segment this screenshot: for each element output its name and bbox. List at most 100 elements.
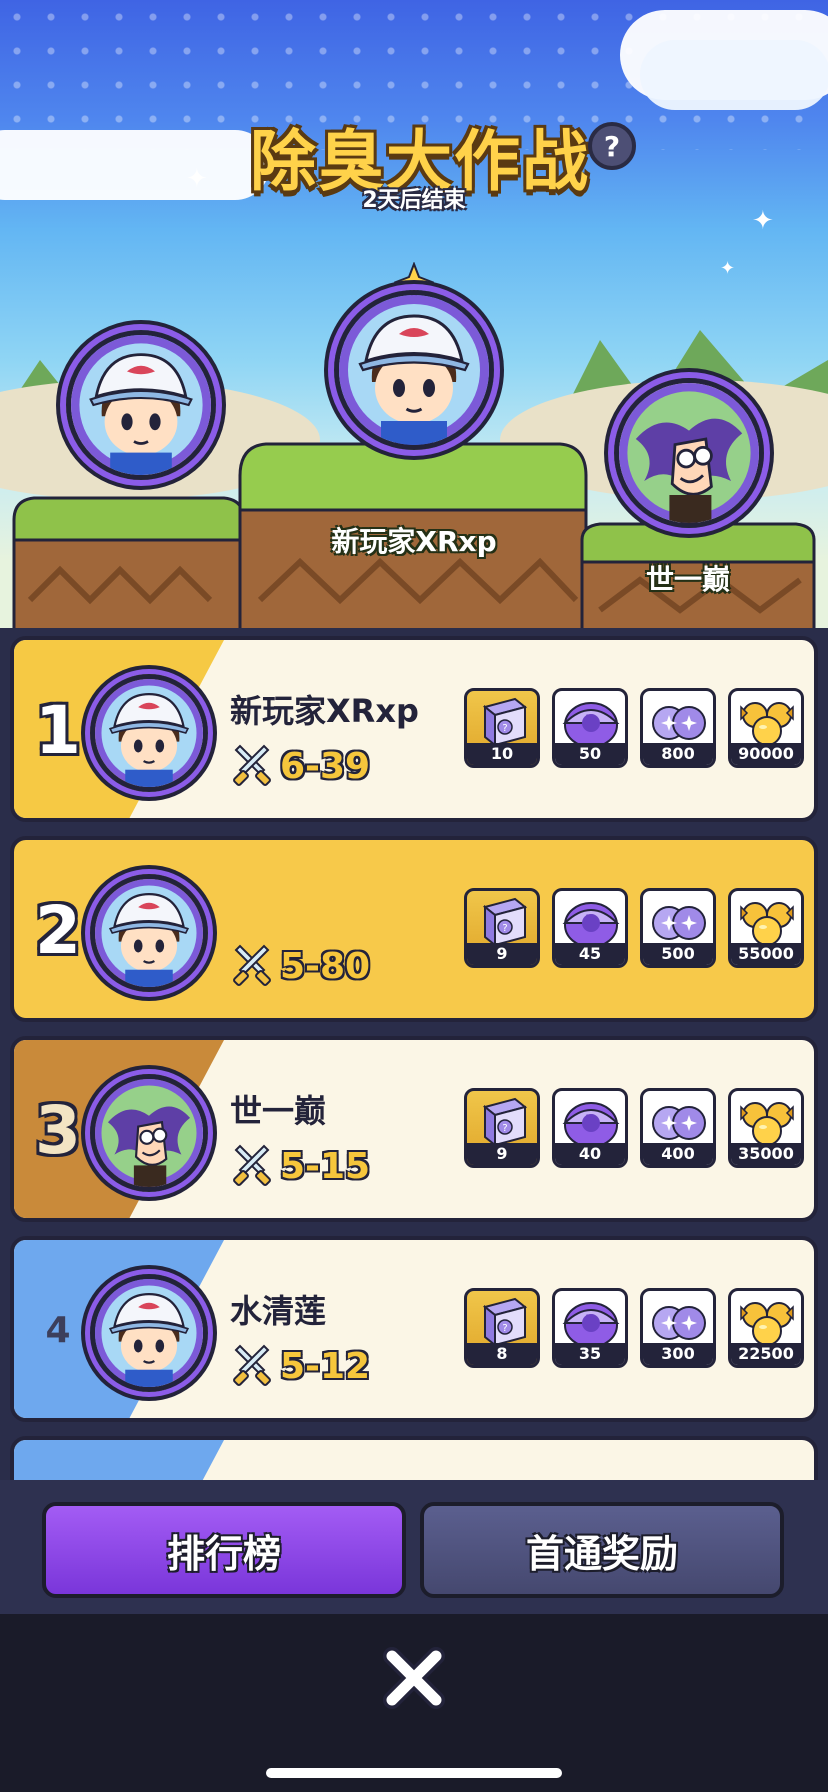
stage-progress: 5-12 <box>230 1344 370 1388</box>
bottom-area <box>0 1614 828 1792</box>
close-button[interactable] <box>380 1644 448 1712</box>
reward-count: 40 <box>555 1143 625 1165</box>
close-icon <box>383 1647 445 1709</box>
reward-item[interactable]: 35 <box>552 1288 628 1368</box>
player-avatar[interactable] <box>90 1074 208 1192</box>
gem-orbs-icon <box>649 1293 709 1349</box>
player-boy-cap-icon <box>71 335 211 475</box>
reward-item[interactable]: 40 <box>552 1088 628 1168</box>
reward-item[interactable]: 55000 <box>728 888 804 968</box>
mystery-box-icon <box>473 893 533 949</box>
event-header-scene: ✦ ✦ ✦ 除臭大作战 ? 2天后结束 新玩家XRxp 世一巅 <box>0 0 828 628</box>
reward-count: 300 <box>643 1343 713 1365</box>
reward-count: 35 <box>555 1343 625 1365</box>
podium-avatar-first[interactable] <box>334 290 494 450</box>
gem-orbs-icon <box>649 1093 709 1149</box>
reward-item[interactable]: 9 <box>464 1088 540 1168</box>
rank-number: 2 <box>35 892 81 969</box>
crossed-swords-icon <box>230 944 274 988</box>
player-avatar[interactable] <box>90 874 208 992</box>
reward-item[interactable]: 9 <box>464 888 540 968</box>
mystery-box-icon <box>473 1093 533 1149</box>
reward-item[interactable]: 500 <box>640 888 716 968</box>
reward-count: 35000 <box>731 1143 801 1165</box>
crossed-swords-icon <box>230 1144 274 1188</box>
reward-item[interactable]: 35000 <box>728 1088 804 1168</box>
reward-count: 50 <box>555 743 625 765</box>
tab-leaderboard[interactable]: 排行榜 <box>42 1502 406 1598</box>
reward-item[interactable]: 50 <box>552 688 628 768</box>
reward-count: 90000 <box>731 743 801 765</box>
player-avatar[interactable] <box>90 1274 208 1392</box>
gold-candy-icon <box>737 893 797 949</box>
reward-item[interactable]: 300 <box>640 1288 716 1368</box>
event-countdown: 2天后结束 <box>362 188 466 213</box>
reward-count: 400 <box>643 1143 713 1165</box>
stage-progress: 5-80 <box>230 944 370 988</box>
player-boy-cap-icon <box>339 295 489 445</box>
reward-count: 22500 <box>731 1343 801 1365</box>
reward-count: 10 <box>467 743 537 765</box>
gold-candy-icon <box>737 1093 797 1149</box>
tab-bar: 排行榜 首通奖励 <box>0 1480 828 1614</box>
rank-number: 4 <box>45 1310 71 1351</box>
gem-orbs-icon <box>649 893 709 949</box>
stage-level: 6-39 <box>280 745 371 787</box>
leaderboard-row[interactable]: 2 5-80 9 45 500 55000 <box>10 836 818 1022</box>
reward-list: 9 45 500 55000 <box>464 888 804 968</box>
player-boy-cap-icon <box>95 679 203 787</box>
rank-number: 3 <box>35 1092 81 1169</box>
reward-count: 9 <box>467 943 537 965</box>
player-boy-cap-icon <box>95 879 203 987</box>
player-name: 世一巅 <box>230 1092 327 1130</box>
gold-candy-icon <box>737 693 797 749</box>
reward-count: 9 <box>467 1143 537 1165</box>
reward-item[interactable]: 400 <box>640 1088 716 1168</box>
cloud-decoration <box>640 40 828 110</box>
podium-name-first: 新玩家XRxp <box>331 525 497 558</box>
reward-count: 800 <box>643 743 713 765</box>
mystery-box-icon <box>473 1293 533 1349</box>
stage-level: 5-15 <box>280 1145 371 1187</box>
gem-orbs-icon <box>649 693 709 749</box>
reward-count: 500 <box>643 943 713 965</box>
purple-capsule-icon <box>561 1293 621 1349</box>
player-name: 新玩家XRxp <box>230 692 419 730</box>
stage-progress: 6-39 <box>230 744 370 788</box>
podium-avatar-second[interactable] <box>66 330 216 480</box>
leaderboard-row[interactable] <box>10 1436 818 1480</box>
reward-count: 55000 <box>731 943 801 965</box>
sparkle-icon: ✦ <box>720 258 736 279</box>
help-button[interactable]: ? <box>588 122 636 170</box>
home-indicator[interactable] <box>266 1768 562 1778</box>
podium-avatar-third[interactable] <box>614 378 764 528</box>
reward-item[interactable]: 10 <box>464 688 540 768</box>
player-name: 水清莲 <box>230 1292 327 1330</box>
reward-item[interactable]: 90000 <box>728 688 804 768</box>
crossed-swords-icon <box>230 1344 274 1388</box>
leaderboard-row[interactable]: 4 水清莲 5-12 8 35 300 22500 <box>10 1236 818 1422</box>
purple-capsule-icon <box>561 1093 621 1149</box>
reward-item[interactable]: 45 <box>552 888 628 968</box>
gold-candy-icon <box>737 1293 797 1349</box>
purple-capsule-icon <box>561 893 621 949</box>
reward-list: 9 40 400 35000 <box>464 1088 804 1168</box>
player-green-monster-icon <box>95 1079 203 1187</box>
stage-progress: 5-15 <box>230 1144 370 1188</box>
player-green-monster-icon <box>619 383 759 523</box>
reward-item[interactable]: 8 <box>464 1288 540 1368</box>
reward-list: 10 50 800 90000 <box>464 688 804 768</box>
player-avatar[interactable] <box>90 674 208 792</box>
reward-item[interactable]: 22500 <box>728 1288 804 1368</box>
crossed-swords-icon <box>230 744 274 788</box>
reward-count: 8 <box>467 1343 537 1365</box>
reward-list: 8 35 300 22500 <box>464 1288 804 1368</box>
rank-badge-bg <box>14 1440 224 1480</box>
reward-item[interactable]: 800 <box>640 688 716 768</box>
leaderboard-row[interactable]: 1 新玩家XRxp 6-39 10 50 800 90000 <box>10 636 818 822</box>
leaderboard-row[interactable]: 3 世一巅 5-15 9 40 400 35000 <box>10 1036 818 1222</box>
player-boy-cap-icon <box>95 1279 203 1387</box>
tab-first-clear-rewards[interactable]: 首通奖励 <box>420 1502 784 1598</box>
leaderboard-list[interactable]: 1 新玩家XRxp 6-39 10 50 800 90000 2 5-80 9 … <box>0 628 828 1480</box>
purple-capsule-icon <box>561 693 621 749</box>
